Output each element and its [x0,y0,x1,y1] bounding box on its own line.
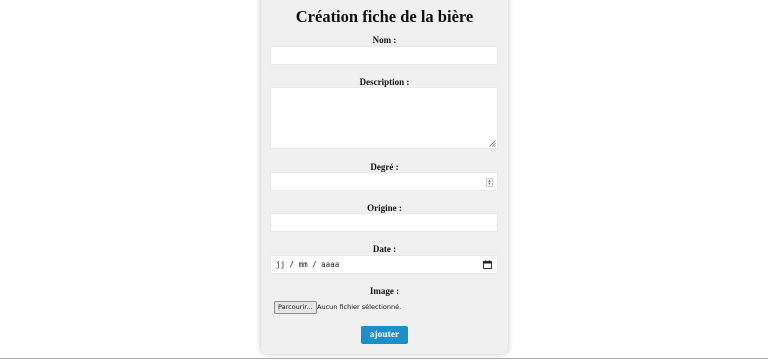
name-input[interactable] [270,46,498,65]
date-label: Date : [372,244,397,254]
origin-input[interactable] [270,213,498,232]
number-spinner-icon[interactable]: ▲ ▼ [486,178,493,187]
description-label: Description : [359,77,410,87]
submit-button[interactable]: ajouter [361,326,408,344]
degree-label: Degré : [370,162,399,172]
degree-number-input[interactable]: ▲ ▼ [270,172,498,191]
name-label: Nom : [372,35,397,45]
date-placeholder: jj / mm / aaaa [276,260,340,269]
page-bottom-divider [0,358,768,359]
beer-form-card: Création fiche de la bière Nom : Descrip… [261,0,508,354]
file-status-text: Aucun fichier sélectionné. [317,303,402,311]
file-browse-button[interactable]: Parcourir... [274,301,317,314]
description-textarea[interactable] [270,87,498,149]
form-title: Création fiche de la bière [295,7,474,26]
image-label: Image : [369,286,400,296]
resize-grip-icon[interactable] [489,140,496,147]
calendar-icon[interactable] [483,260,492,269]
date-input[interactable]: jj / mm / aaaa [270,255,498,274]
origin-label: Origine : [367,203,402,213]
